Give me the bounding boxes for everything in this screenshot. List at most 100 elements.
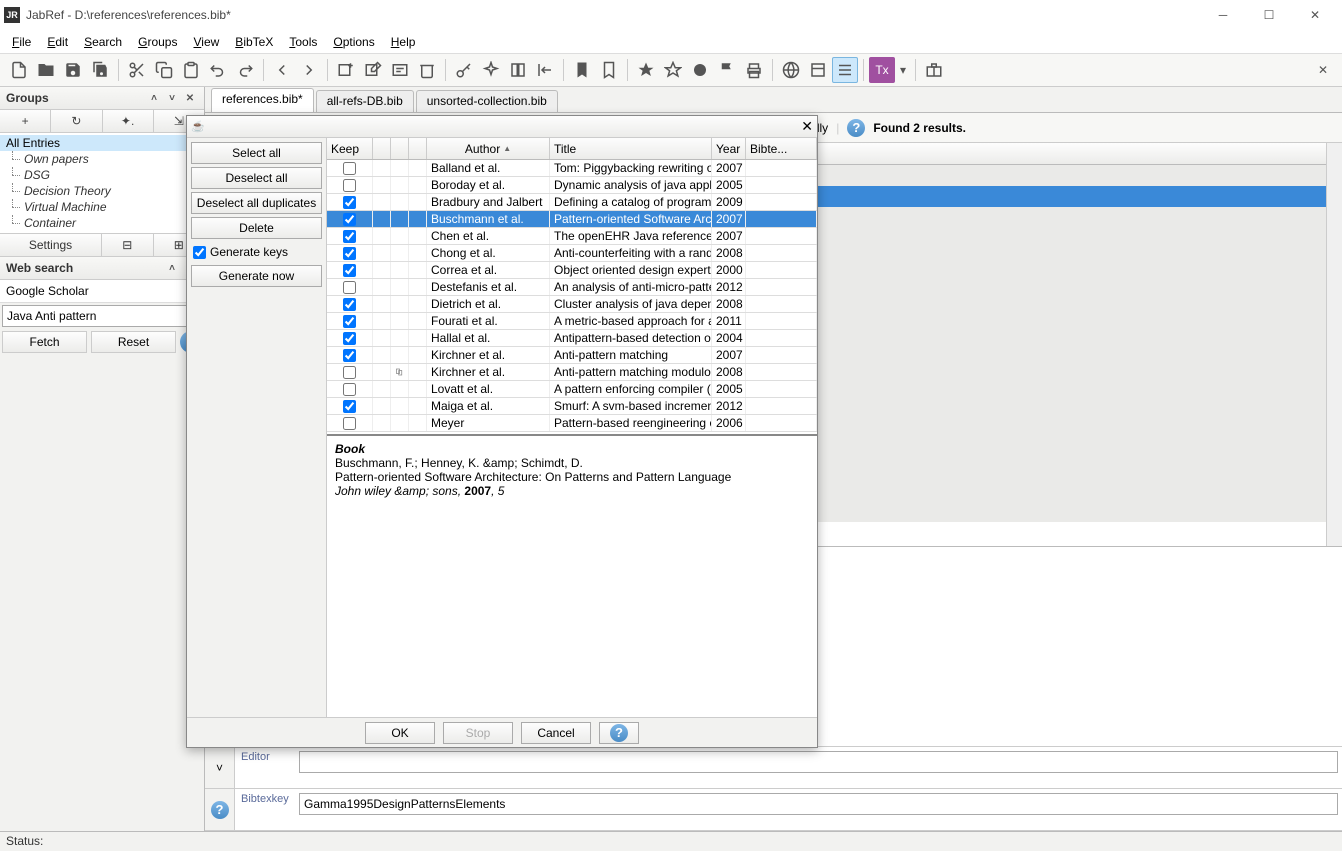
star-icon[interactable] (633, 57, 659, 83)
tab[interactable]: all-refs-DB.bib (316, 90, 414, 112)
import-row[interactable]: Hallal et al.Antipattern-based detection… (327, 330, 817, 347)
help-icon[interactable]: ? (847, 119, 865, 137)
tree-item[interactable]: Own papers (0, 151, 204, 167)
close-button[interactable]: ✕ (1292, 0, 1338, 30)
editor-field[interactable] (299, 751, 1338, 773)
tree-item[interactable]: Decision Theory (0, 183, 204, 199)
pull-changes-icon[interactable] (532, 57, 558, 83)
open-icon[interactable] (33, 57, 59, 83)
delete-button[interactable]: Delete (191, 217, 322, 239)
refresh-groups-button[interactable]: ↻ (51, 110, 102, 132)
collapse-all-button[interactable]: ⊟ (102, 234, 154, 256)
collapse-down-icon[interactable]: ˅ (164, 90, 180, 106)
undo-icon[interactable] (205, 57, 231, 83)
new-icon[interactable] (6, 57, 32, 83)
close-db-icon[interactable]: ✕ (1310, 57, 1336, 83)
forward-icon[interactable] (296, 57, 322, 83)
search-query-input[interactable] (2, 305, 202, 327)
menu-help[interactable]: Help (383, 33, 424, 51)
menu-edit[interactable]: Edit (39, 33, 76, 51)
menu-file[interactable]: File (4, 33, 39, 51)
add-group-button[interactable]: + (0, 110, 51, 132)
import-row[interactable]: Chen et al.The openEHR Java reference i.… (327, 228, 817, 245)
settings-button[interactable]: Settings (0, 234, 102, 256)
merge-icon[interactable] (505, 57, 531, 83)
bookmark-outline-icon[interactable] (596, 57, 622, 83)
col-year[interactable]: Year (712, 138, 746, 159)
generate-keys-checkbox[interactable]: Generate keys (191, 242, 322, 262)
priority-icon[interactable] (687, 57, 713, 83)
col-author[interactable]: Author▲ (427, 138, 550, 159)
tab[interactable]: unsorted-collection.bib (416, 90, 558, 112)
collapse-up-icon[interactable]: ˄ (164, 260, 180, 276)
push-external-icon[interactable]: Tx (869, 57, 895, 83)
reset-button[interactable]: Reset (91, 331, 176, 353)
import-row[interactable]: Maiga et al.Smurf: A svm-based increment… (327, 398, 817, 415)
menu-options[interactable]: Options (325, 33, 382, 51)
import-row[interactable]: Kirchner et al.Anti-pattern matching mod… (327, 364, 817, 381)
import-row[interactable]: Buschmann et al.Pattern-oriented Softwar… (327, 211, 817, 228)
import-row[interactable]: MeyerPattern-based reengineering o...200… (327, 415, 817, 432)
cancel-button[interactable]: Cancel (521, 722, 591, 744)
tree-root[interactable]: All Entries (0, 135, 204, 151)
col-blank2[interactable] (391, 138, 409, 159)
import-row[interactable]: Lovatt et al.A pattern enforcing compile… (327, 381, 817, 398)
donate-icon[interactable] (921, 57, 947, 83)
cleanup-icon[interactable] (478, 57, 504, 83)
help-icon[interactable]: ? (211, 801, 229, 819)
import-row[interactable]: Dietrich et al.Cluster analysis of java … (327, 296, 817, 313)
tree-item[interactable]: DSG (0, 167, 204, 183)
col-bibtex[interactable]: Bibte... (746, 138, 817, 159)
import-row[interactable]: Kirchner et al.Anti-pattern matching2007 (327, 347, 817, 364)
menu-view[interactable]: View (185, 33, 227, 51)
import-row[interactable]: Balland et al.Tom: Piggybacking rewritin… (327, 160, 817, 177)
copy-icon[interactable] (151, 57, 177, 83)
col-keep[interactable]: Keep (327, 138, 373, 159)
save-all-icon[interactable] (87, 57, 113, 83)
tree-item[interactable]: Container (0, 215, 204, 231)
search-source[interactable]: Google Scholar (0, 280, 204, 303)
generate-now-button[interactable]: Generate now (191, 265, 322, 287)
globe-icon[interactable] (778, 57, 804, 83)
ok-button[interactable]: OK (365, 722, 435, 744)
maximize-button[interactable]: ☐ (1246, 0, 1292, 30)
dropdown-icon[interactable]: ▾ (896, 57, 910, 83)
tree-item[interactable]: Virtual Machine (0, 199, 204, 215)
save-icon[interactable] (60, 57, 86, 83)
auto-group-button[interactable]: ✦. (103, 110, 154, 132)
flag-icon[interactable] (714, 57, 740, 83)
back-icon[interactable] (269, 57, 295, 83)
new-entry-icon[interactable] (333, 57, 359, 83)
import-row[interactable]: Correa et al.Object oriented design expe… (327, 262, 817, 279)
select-all-button[interactable]: Select all (191, 142, 322, 164)
bookmark-icon[interactable] (569, 57, 595, 83)
delete-icon[interactable] (414, 57, 440, 83)
import-row[interactable]: Fourati et al.A metric-based approach fo… (327, 313, 817, 330)
edit-strings-icon[interactable] (387, 57, 413, 83)
dialog-close-button[interactable]: ✕ (801, 118, 813, 135)
close-panel-icon[interactable]: ✕ (182, 90, 198, 106)
menu-bibtex[interactable]: BibTeX (227, 33, 281, 51)
col-blank1[interactable] (373, 138, 391, 159)
scrollbar[interactable] (1326, 143, 1342, 546)
star-outline-icon[interactable] (660, 57, 686, 83)
cut-icon[interactable] (124, 57, 150, 83)
minimize-button[interactable]: ─ (1200, 0, 1246, 30)
collapse-up-icon[interactable]: ˄ (146, 90, 162, 106)
paste-icon[interactable] (178, 57, 204, 83)
stop-button[interactable]: Stop (443, 722, 513, 744)
deselect-all-button[interactable]: Deselect all (191, 167, 322, 189)
menu-groups[interactable]: Groups (130, 33, 185, 51)
chevron-down-icon[interactable]: ˅ (216, 761, 223, 775)
menu-search[interactable]: Search (76, 33, 130, 51)
edit-entry-icon[interactable] (360, 57, 386, 83)
toggle-groups-icon[interactable] (832, 57, 858, 83)
import-row[interactable]: Destefanis et al.An analysis of anti-mic… (327, 279, 817, 296)
col-title[interactable]: Title (550, 138, 712, 159)
print-icon[interactable] (741, 57, 767, 83)
col-blank3[interactable] (409, 138, 427, 159)
deselect-duplicates-button[interactable]: Deselect all duplicates (191, 192, 322, 214)
import-row[interactable]: Boroday et al.Dynamic analysis of java a… (327, 177, 817, 194)
key-icon[interactable] (451, 57, 477, 83)
help-button[interactable]: ? (599, 722, 639, 744)
